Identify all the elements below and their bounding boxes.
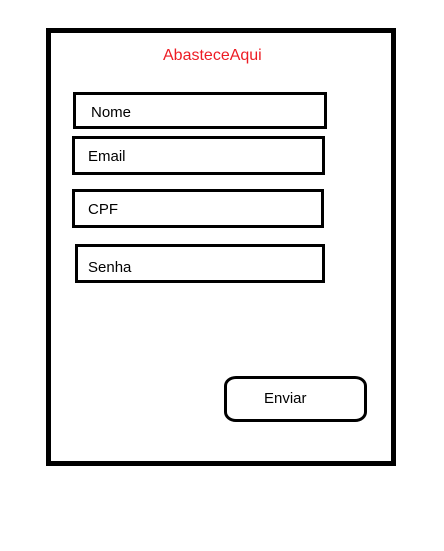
nome-field[interactable]: Nome xyxy=(73,92,327,129)
senha-field[interactable]: Senha xyxy=(75,244,325,283)
enviar-button-label: Enviar xyxy=(264,390,307,407)
cpf-field-label: CPF xyxy=(88,201,118,218)
senha-field-label: Senha xyxy=(88,259,132,276)
email-field-label: Email xyxy=(88,148,126,165)
app-title: AbasteceAqui xyxy=(163,47,262,64)
enviar-button[interactable]: Enviar xyxy=(224,376,367,422)
nome-field-label: Nome xyxy=(91,104,132,121)
email-field[interactable]: Email xyxy=(72,136,325,175)
cpf-field[interactable]: CPF xyxy=(72,189,324,228)
